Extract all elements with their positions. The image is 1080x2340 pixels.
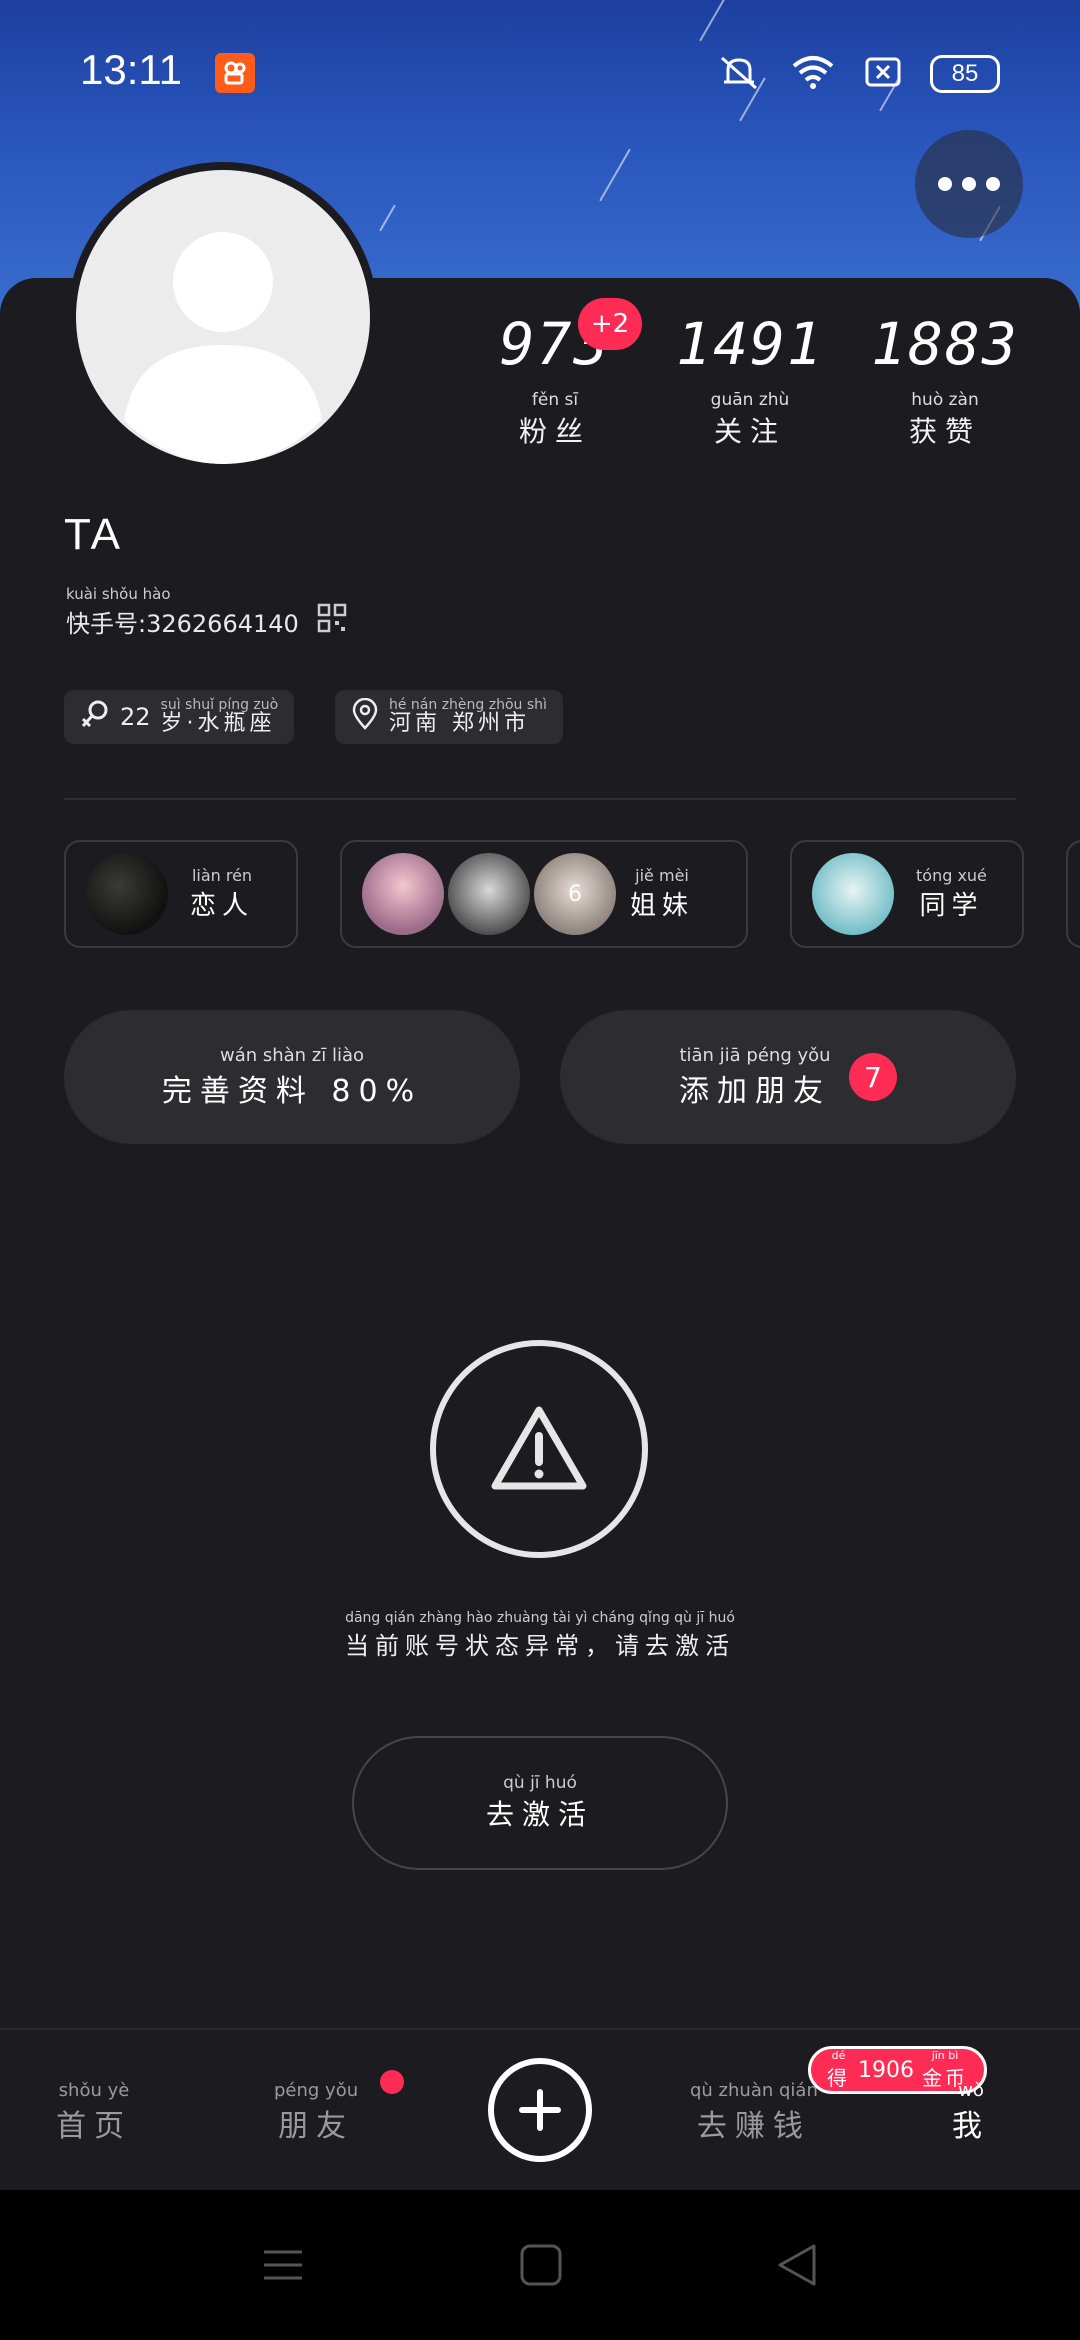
coin-badge-pinyin: dé — [831, 2049, 846, 2062]
kuaishou-id-value: 3262664140 — [146, 609, 299, 638]
stat-likes[interactable]: 1883 huò zàn 获赞 — [860, 310, 1030, 450]
location-pin-icon — [351, 697, 379, 736]
qr-code-icon[interactable] — [317, 603, 347, 639]
nav-me[interactable]: wǒ 我 — [952, 2080, 990, 2145]
coin-badge-unit-pinyin: jīn bì — [931, 2049, 959, 2062]
age-zodiac-pinyin: suì shuǐ píng zuò — [160, 697, 279, 713]
coin-badge-amount: 1906 — [858, 2057, 914, 2083]
mute-icon — [716, 52, 762, 96]
activate-label: 去激活 — [485, 1798, 594, 1831]
avatar — [362, 853, 444, 935]
relation-lover-pinyin: liàn rén — [191, 866, 253, 885]
following-label: 关注 — [713, 415, 786, 448]
avatar — [812, 853, 894, 935]
following-count: 1491 — [676, 310, 824, 378]
nav-earn-pinyin: qù zhuàn qián — [690, 2080, 818, 2101]
bottom-navigation: shǒu yè 首页 péng yǒu 朋友 qù zhuàn qián 去赚钱… — [0, 2028, 1080, 2190]
relation-more[interactable] — [1066, 840, 1080, 948]
stat-followers[interactable]: 973 +2 fěn sī 粉丝 — [470, 298, 642, 450]
likes-label: 获赞 — [908, 415, 981, 448]
nav-friends-pinyin: péng yǒu — [274, 2080, 359, 2101]
location-pinyin: hé nán zhèng zhōu shì — [389, 697, 547, 713]
profile-name: TA — [64, 510, 123, 559]
nav-me-label: 我 — [952, 2109, 990, 2144]
followers-pinyin: fěn sī — [531, 390, 579, 410]
likes-count: 1883 — [871, 310, 1019, 378]
nav-me-pinyin: wǒ — [958, 2080, 984, 2101]
avatar — [448, 853, 530, 935]
friends-notification-dot — [380, 2070, 404, 2094]
add-friends-count-badge: 7 — [849, 1053, 897, 1101]
battery-icon: 85 — [930, 55, 1000, 93]
add-friends-label: 添加朋友 — [679, 1073, 831, 1109]
activate-pinyin: qù jī huó — [503, 1773, 577, 1793]
kuaishou-id-pinyin: kuài shǒu hào — [66, 585, 171, 603]
relation-sisters-pinyin: jiě mèi — [635, 866, 689, 885]
relation-classmates[interactable]: tóng xué 同学 — [790, 840, 1024, 948]
divider — [64, 798, 1016, 800]
relation-sisters-label: 姐妹 — [630, 891, 695, 921]
kuaishou-app-icon — [215, 53, 255, 93]
likes-pinyin: huò zàn — [911, 390, 979, 410]
account-warning-message: dāng qián zhàng hào zhuàng tài yì cháng … — [0, 1610, 1080, 1661]
avatar — [86, 853, 168, 935]
relation-classmates-label: 同学 — [919, 891, 984, 921]
status-icons: 85 — [716, 52, 1000, 96]
avatar[interactable] — [68, 162, 378, 472]
nav-home-pinyin: shǒu yè — [58, 2080, 130, 2101]
nav-earn-label: 去赚钱 — [696, 2109, 811, 2144]
add-friends-pinyin: tiān jiā péng yǒu — [679, 1044, 831, 1066]
warning-pinyin: dāng qián zhàng hào zhuàng tài yì cháng … — [345, 1610, 735, 1626]
status-time: 13:11 — [80, 46, 182, 93]
home-icon[interactable] — [518, 2242, 564, 2292]
relation-sisters[interactable]: 6 jiě mèi 姐妹 — [340, 840, 748, 948]
relation-lover[interactable]: liàn rén 恋人 — [64, 840, 298, 948]
stat-following[interactable]: 1491 guān zhù 关注 — [665, 310, 835, 450]
recent-apps-icon[interactable] — [260, 2242, 306, 2292]
complete-profile-label: 完善资料 — [161, 1073, 314, 1109]
profile-stats: 973 +2 fěn sī 粉丝 1491 guān zhù 关注 1883 h… — [470, 298, 1030, 450]
complete-profile-percent: 80% — [331, 1073, 423, 1109]
nav-earn[interactable]: qù zhuàn qián 去赚钱 — [690, 2080, 818, 2145]
location-tag: hé nán zhèng zhōu shì 河南 郑州市 — [335, 690, 563, 744]
system-navigation-bar — [0, 2190, 1080, 2340]
complete-profile-pinyin: wán shàn zī liào — [219, 1044, 365, 1066]
coin-badge-text: 得 — [827, 2066, 850, 2090]
nav-home-label: 首页 — [56, 2109, 132, 2144]
more-options-button[interactable] — [915, 130, 1023, 238]
back-icon[interactable] — [774, 2242, 820, 2292]
relation-classmates-pinyin: tóng xué — [916, 866, 987, 885]
warning-icon — [430, 1340, 648, 1558]
nav-friends-label: 朋友 — [278, 2109, 355, 2144]
battery-level: 85 — [951, 60, 979, 87]
more-members-count: 6 — [568, 881, 582, 907]
sim-icon — [864, 55, 902, 93]
age-zodiac-tag: 22 suì shuǐ píng zuò 岁·水瓶座 — [64, 690, 295, 744]
more-members-avatar: 6 — [534, 853, 616, 935]
create-post-button[interactable] — [488, 2058, 592, 2162]
nav-home[interactable]: shǒu yè 首页 — [56, 2080, 132, 2145]
following-pinyin: guān zhù — [710, 390, 790, 410]
kuaishou-id[interactable]: kuài shǒu hào 快手号:3262664140 — [66, 585, 347, 639]
wifi-icon — [790, 52, 836, 96]
new-followers-badge: +2 — [578, 298, 642, 350]
nav-friends[interactable]: péng yǒu 朋友 — [274, 2080, 358, 2145]
followers-label: 粉丝 — [518, 415, 591, 448]
kuaishou-id-label: 快手号: — [66, 609, 147, 638]
age-zodiac-text: 岁·水瓶座 — [160, 711, 276, 736]
activate-button[interactable]: qù jī huó 去激活 — [352, 1736, 728, 1870]
age-value: 22 — [120, 703, 151, 731]
location-text: 河南 郑州市 — [389, 711, 530, 736]
warning-text: 当前账号状态异常，请去激活 — [345, 1632, 735, 1660]
add-friends-button[interactable]: tiān jiā péng yǒu 添加朋友 7 — [560, 1010, 1016, 1144]
relation-lover-label: 恋人 — [190, 891, 255, 921]
complete-profile-button[interactable]: wán shàn zī liào 完善资料 80% — [64, 1010, 520, 1144]
gender-female-icon — [80, 699, 110, 735]
